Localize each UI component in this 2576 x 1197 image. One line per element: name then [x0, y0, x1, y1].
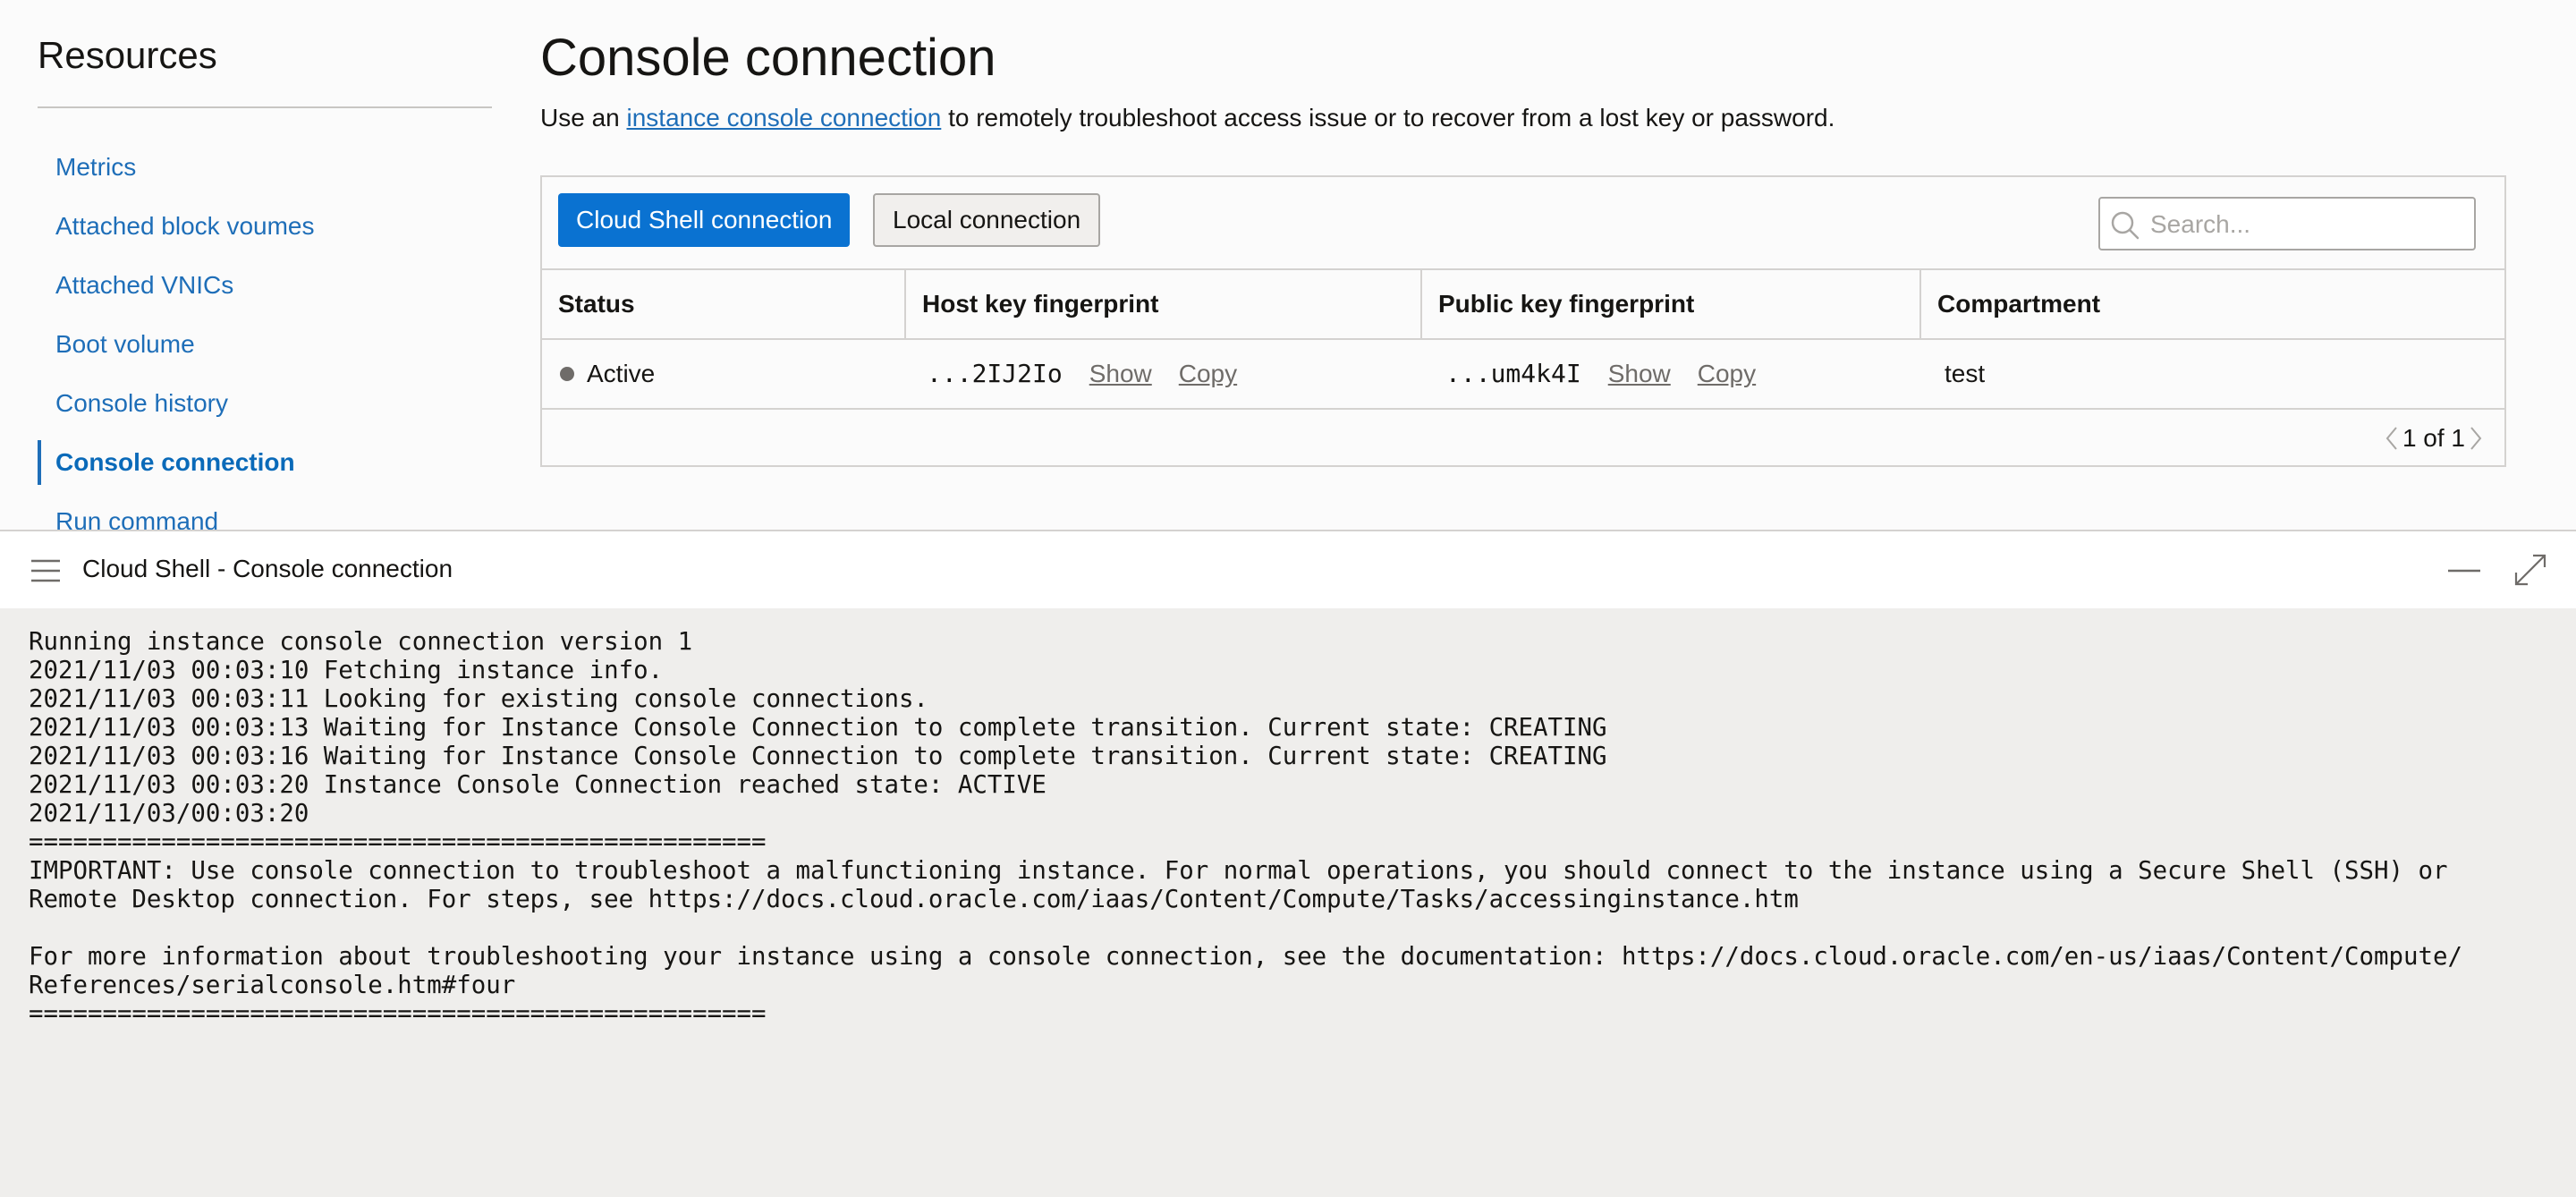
status-cell: Active — [560, 340, 655, 408]
sidebar-item-console-connection[interactable]: Console connection — [38, 440, 492, 499]
cloud-shell-connection-button[interactable]: Cloud Shell connection — [558, 193, 851, 247]
search-input[interactable] — [2150, 206, 2463, 243]
host-key-fingerprint: ...2IJ2Io — [927, 359, 1063, 388]
terminal-line: 2021/11/03 00:03:13 Waiting for Instance… — [29, 714, 1607, 742]
terminal-line: ========================================… — [29, 1000, 767, 1028]
host-key-show-link[interactable]: Show — [1089, 360, 1152, 387]
search-icon — [2111, 211, 2140, 240]
status-dot-icon — [560, 366, 574, 381]
description-prefix: Use an — [540, 104, 627, 132]
chevron-right-icon[interactable] — [2465, 413, 2485, 463]
terminal-line: ========================================… — [29, 828, 767, 856]
sidebar-title: Resources — [38, 34, 217, 76]
status-text: Active — [587, 360, 656, 387]
console-page: Resources Metrics Attached block voumes … — [0, 0, 2576, 530]
column-header-host-key-fingerprint[interactable]: Host key fingerprint — [906, 270, 1158, 338]
cloud-shell-title: Cloud Shell - Console connection — [82, 555, 453, 582]
table-row: Active ...2IJ2Io Show Copy ...um4k4I Show Co… — [542, 340, 2504, 410]
table-toolbar: Cloud Shell connection Local connection — [542, 177, 2504, 270]
cloud-shell-header: Cloud Shell - Console connection — [0, 530, 2576, 608]
terminal-line: IMPORTANT: Use console connection to tro… — [29, 857, 2448, 885]
terminal-output[interactable]: Running instance console connection vers… — [0, 608, 2576, 1197]
terminal-line: 2021/11/03 00:03:20 Instance Console Con… — [29, 771, 1046, 799]
terminal-line: Running instance console connection vers… — [29, 628, 693, 656]
terminal-line: 2021/11/03 00:03:11 Looking for existing… — [29, 685, 928, 713]
pagination: 1 of 1 — [2383, 413, 2485, 463]
page-title: Console connection — [540, 29, 996, 87]
terminal-line: References/serialconsole.htm#four — [29, 972, 516, 999]
sidebar-item-attached-vnics[interactable]: Attached VNICs — [38, 263, 492, 322]
chevron-left-icon[interactable] — [2383, 413, 2402, 463]
public-key-copy-link[interactable]: Copy — [1698, 360, 1756, 387]
host-key-copy-link[interactable]: Copy — [1179, 360, 1237, 387]
public-key-fingerprint: ...um4k4I — [1445, 359, 1581, 388]
public-key-show-link[interactable]: Show — [1608, 360, 1671, 387]
compartment-cell: test — [1945, 360, 1986, 387]
column-header-public-key-fingerprint[interactable]: Public key fingerprint — [1422, 270, 1694, 338]
resources-sidebar: Resources Metrics Attached block voumes … — [38, 0, 492, 530]
page-description: Use an instance console connection to re… — [540, 101, 1835, 135]
table-header: Status Host key fingerprint Public key f… — [542, 270, 2504, 340]
search-box[interactable] — [2098, 197, 2476, 250]
sidebar-item-run-command[interactable]: Run command — [38, 499, 492, 530]
sidebar-item-metrics[interactable]: Metrics — [38, 145, 492, 204]
public-key-cell: ...um4k4I Show Copy — [1445, 340, 1756, 408]
terminal-line: 2021/11/03 00:03:10 Fetching instance in… — [29, 657, 664, 684]
maximize-icon[interactable] — [2513, 553, 2547, 587]
terminal-line: 2021/11/03 00:03:16 Waiting for Instance… — [29, 743, 1607, 770]
host-key-cell: ...2IJ2Io Show Copy — [927, 340, 1237, 408]
sidebar-divider — [38, 106, 492, 108]
page-indicator: 1 of 1 — [2402, 424, 2465, 452]
instance-console-connection-link[interactable]: instance console connection — [627, 104, 942, 132]
terminal-line: Remote Desktop connection. For steps, se… — [29, 886, 1799, 913]
description-suffix: to remotely troubleshoot access issue or… — [941, 104, 1835, 132]
local-connection-button[interactable]: Local connection — [873, 193, 1101, 247]
console-connection-table-panel: Cloud Shell connection Local connection … — [540, 175, 2506, 467]
sidebar-item-boot-volume[interactable]: Boot volume — [38, 322, 492, 381]
sidebar-item-attached-block-volumes[interactable]: Attached block voumes — [38, 204, 492, 263]
main-content: Console connection Use an instance conso… — [540, 0, 2508, 530]
sidebar-list: Metrics Attached block voumes Attached V… — [38, 145, 492, 530]
column-header-compartment[interactable]: Compartment — [1921, 270, 2100, 338]
column-header-status[interactable]: Status — [542, 270, 635, 338]
hamburger-menu-icon[interactable] — [30, 558, 61, 583]
sidebar-item-console-history[interactable]: Console history — [38, 381, 492, 440]
terminal-line: For more information about troubleshooti… — [29, 943, 2462, 971]
terminal-line: 2021/11/03/00:03:20 — [29, 800, 309, 828]
minimize-icon[interactable] — [2447, 558, 2481, 583]
